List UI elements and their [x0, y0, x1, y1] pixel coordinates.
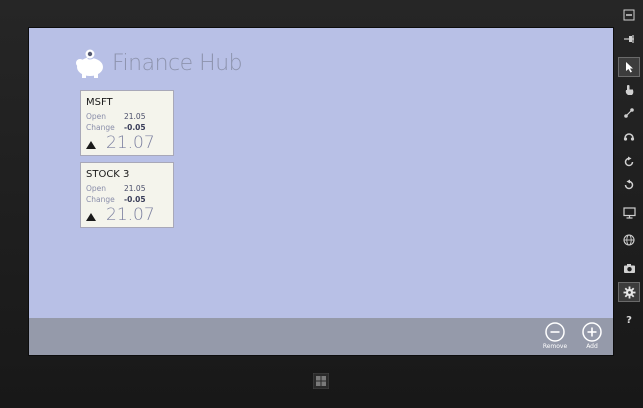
help-button[interactable]: ? [619, 311, 639, 329]
open-label: Open [86, 184, 107, 193]
stock-name: STOCK 3 [86, 169, 130, 180]
screenshot-button[interactable] [619, 259, 639, 277]
help-icon: ? [626, 314, 632, 326]
rotate-counterclockwise-icon [624, 179, 634, 190]
open-row: Open 21.05 [86, 112, 145, 121]
change-label: Change [86, 195, 115, 204]
touch-mode-button[interactable] [619, 81, 639, 99]
open-value: 21.05 [124, 184, 146, 193]
settings-icon [623, 286, 635, 298]
monitor-icon [622, 207, 636, 219]
change-row: Change -0.05 [86, 123, 146, 132]
simulator-toolbar: ? [614, 0, 643, 408]
remove-button[interactable]: Remove [540, 322, 570, 350]
rotate-counterclockwise-button[interactable] [619, 176, 639, 194]
change-value: -0.05 [124, 195, 146, 204]
pinch-zoom-button[interactable] [619, 104, 639, 122]
rotate-touch-button[interactable] [619, 127, 639, 145]
stock-price: 21.07 [106, 133, 155, 153]
location-button[interactable] [619, 231, 639, 249]
remove-label: Remove [542, 343, 568, 350]
minus-circle-icon [545, 322, 565, 342]
open-value: 21.05 [124, 112, 146, 121]
triangle-up-icon [86, 141, 96, 149]
app-title: Finance Hub [112, 50, 243, 76]
plus-circle-icon [582, 322, 602, 342]
simulator-frame: Finance Hub MSFT Open 21.05 Change -0.05… [0, 0, 643, 408]
add-label: Add [586, 343, 598, 350]
pin-button[interactable] [619, 30, 639, 48]
add-button[interactable]: Add [577, 322, 607, 350]
resolution-button[interactable] [619, 204, 639, 222]
open-row: Open 21.05 [86, 184, 145, 193]
pinch-zoom-icon [624, 108, 634, 118]
rotate-touch-icon [623, 133, 635, 141]
pointer-icon [626, 62, 633, 73]
pin-icon [624, 35, 634, 43]
stock-name: MSFT [86, 97, 113, 108]
triangle-up-icon [86, 213, 96, 221]
stock-price: 21.07 [106, 205, 155, 225]
globe-icon [623, 234, 635, 246]
app-header: Finance Hub [72, 45, 243, 81]
change-row: Change -0.05 [86, 195, 146, 204]
settings-button[interactable] [618, 282, 640, 302]
app-bar: Remove Add [29, 318, 613, 355]
app-screen: Finance Hub MSFT Open 21.05 Change -0.05… [28, 27, 614, 356]
stock-tile-stock-3[interactable]: STOCK 3 Open 21.05 Change -0.05 21.07 [80, 162, 174, 228]
change-label: Change [86, 123, 115, 132]
piggy-bank-icon [76, 48, 103, 78]
camera-icon [623, 263, 635, 273]
minimize-icon [623, 9, 635, 21]
rotate-clockwise-button[interactable] [619, 153, 639, 171]
change-value: -0.05 [124, 123, 146, 132]
open-label: Open [86, 112, 107, 121]
mouse-mode-button[interactable] [618, 57, 640, 77]
touch-icon [625, 85, 634, 95]
rotate-clockwise-icon [624, 156, 634, 167]
windows-logo-icon[interactable] [313, 373, 329, 389]
minimize-button[interactable] [619, 6, 639, 24]
stock-tile-msft[interactable]: MSFT Open 21.05 Change -0.05 21.07 [80, 90, 174, 156]
